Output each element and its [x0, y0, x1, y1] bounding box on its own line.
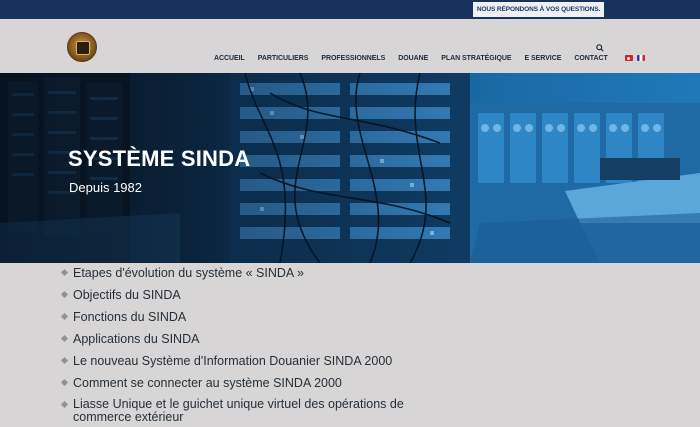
list-item[interactable]: Applications du SINDA: [60, 332, 442, 346]
list-item[interactable]: Comment se connecter au système SINDA 20…: [60, 376, 442, 390]
customs-emblem-icon[interactable]: [67, 32, 97, 62]
list-item-label[interactable]: Fonctions du SINDA: [73, 310, 186, 324]
list-item[interactable]: Le nouveau Système d'Information Douanie…: [60, 354, 442, 368]
list-item[interactable]: Objectifs du SINDA: [60, 288, 442, 302]
nav-item-plan-strategique[interactable]: PLAN STRATÉGIQUE: [441, 55, 511, 62]
list-item-label[interactable]: Le nouveau Système d'Information Douanie…: [73, 354, 392, 368]
sinda-links-list: Etapes d'évolution du système « SINDA » …: [60, 266, 442, 427]
page-title: SYSTÈME SINDA: [68, 146, 251, 171]
list-item[interactable]: Etapes d'évolution du système « SINDA »: [60, 266, 442, 280]
nav-item-douane[interactable]: DOUANE: [398, 55, 428, 62]
page-subtitle: Depuis 1982: [69, 180, 142, 195]
list-item-label[interactable]: Comment se connecter au système SINDA 20…: [73, 376, 342, 390]
nav-item-professionnels[interactable]: PROFESSIONNELS: [321, 55, 385, 62]
main-nav: ACCUEIL PARTICULIERS PROFESSIONNELS DOUA…: [214, 53, 645, 63]
hero-banner: SYSTÈME SINDA Depuis 1982: [0, 73, 700, 263]
diamond-bullet-icon: [60, 334, 69, 343]
questions-button[interactable]: NOUS RÉPONDONS À VOS QUESTIONS.: [473, 2, 604, 17]
list-item-label[interactable]: Liasse Unique et le guichet unique virtu…: [73, 397, 404, 424]
nav-item-e-service[interactable]: E SERVICE: [525, 55, 562, 62]
diamond-bullet-icon: [60, 290, 69, 299]
list-item[interactable]: Fonctions du SINDA: [60, 310, 442, 324]
nav-item-particuliers[interactable]: PARTICULIERS: [258, 55, 309, 62]
search-icon[interactable]: [596, 44, 604, 52]
diamond-bullet-icon: [60, 378, 69, 387]
list-item-label[interactable]: Objectifs du SINDA: [73, 288, 181, 302]
nav-item-contact[interactable]: CONTACT: [574, 55, 607, 62]
list-item-label[interactable]: Applications du SINDA: [73, 332, 199, 346]
diamond-bullet-icon: [60, 268, 69, 277]
nav-item-accueil[interactable]: ACCUEIL: [214, 55, 245, 62]
list-item[interactable]: Liasse Unique et le guichet unique virtu…: [60, 397, 442, 424]
diamond-bullet-icon: [60, 312, 69, 321]
france-flag-icon[interactable]: [636, 55, 645, 61]
diamond-bullet-icon: [60, 400, 69, 409]
top-bar: NOUS RÉPONDONS À VOS QUESTIONS.: [0, 0, 700, 19]
tunisia-flag-icon[interactable]: [624, 55, 633, 61]
diamond-bullet-icon: [60, 356, 69, 365]
list-item-label[interactable]: Etapes d'évolution du système « SINDA »: [73, 266, 304, 280]
site-header: ACCUEIL PARTICULIERS PROFESSIONNELS DOUA…: [0, 19, 700, 73]
